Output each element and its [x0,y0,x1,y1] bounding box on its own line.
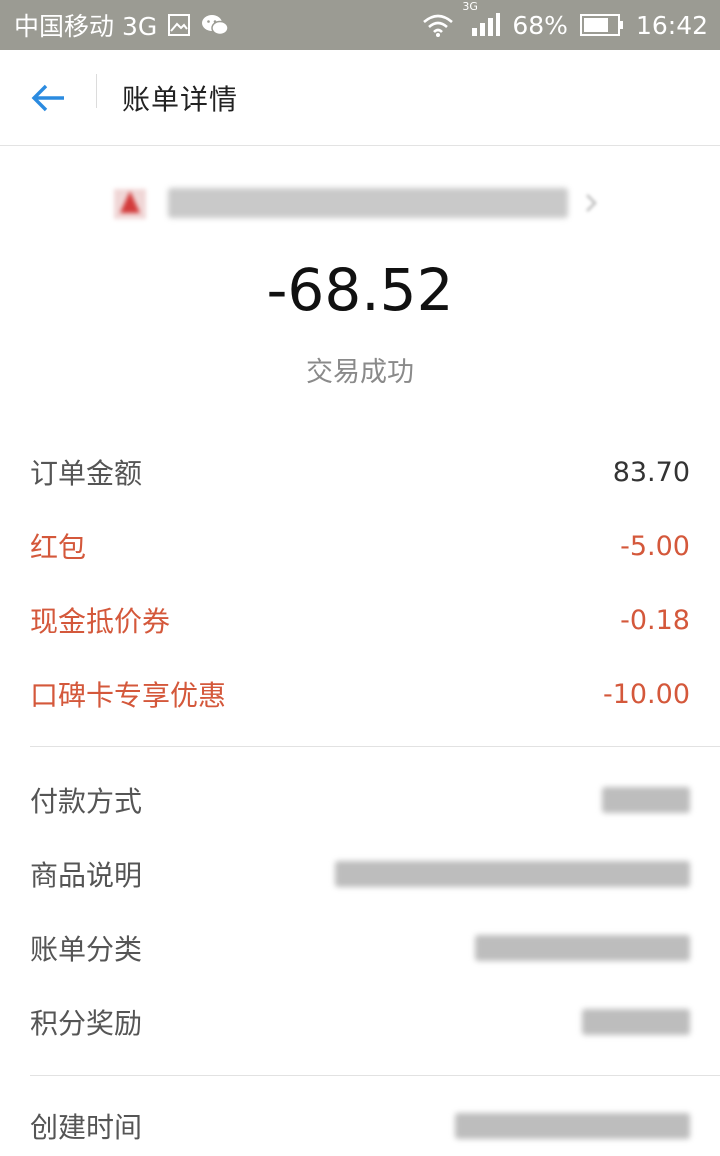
cash-voucher-row: 现金抵价券 -0.18 [30,590,690,650]
app-header: 账单详情 [0,50,720,146]
row-label: 积分奖励 [30,1007,143,1040]
koubei-card-discount-row: 口碑卡专享优惠 -10.00 [30,664,690,724]
row-label: 红包 [30,531,87,564]
row-value [475,935,690,961]
row-label: 付款方式 [30,785,143,818]
transaction-status: 交易成功 [306,357,414,388]
points-reward-row: 积分奖励 [30,992,690,1052]
merchant-link[interactable] [110,180,630,226]
row-label: 创建时间 [30,1111,143,1144]
header-divider [96,74,97,108]
image-icon [167,13,191,37]
signal-icon: 3G [462,0,501,38]
red-packet-row: 红包 -5.00 [30,516,690,576]
row-value: 83.70 [612,456,690,488]
back-arrow-icon [31,84,64,112]
section-divider [30,1075,720,1076]
bill-category-row[interactable]: 账单分类 [30,918,690,978]
clock: 16:42 [635,10,708,40]
battery-icon [579,14,624,36]
merchant-logo-icon [110,183,150,223]
merchant-name [168,188,568,218]
row-value: -10.00 [602,678,690,710]
created-time-row: 创建时间 [30,1096,690,1156]
wechat-icon [201,13,229,37]
page-title: 账单详情 [122,83,239,116]
signal-tag: 3G [462,0,478,13]
chevron-right-icon [584,191,598,215]
back-button[interactable] [30,80,70,116]
transaction-amount: -68.52 [266,256,454,324]
row-value: -5.00 [620,530,690,562]
row-label: 现金抵价券 [30,605,171,638]
status-bar-right: 3G 68% 16:42 [422,0,708,40]
status-bar: 中国移动 3G 3G 68% 16:42 [0,0,720,50]
carrier-label: 中国移动 3G [14,12,158,41]
wifi-icon [422,13,454,37]
section-divider [30,746,720,747]
row-value [455,1113,690,1139]
row-value [582,1009,690,1035]
product-description-row: 商品说明 [30,844,690,904]
status-bar-left: 中国移动 3G [14,7,229,43]
row-value [602,787,690,813]
row-label: 订单金额 [30,457,143,490]
row-label: 商品说明 [30,859,143,892]
row-label: 账单分类 [30,933,143,966]
battery-percent: 68% [512,10,568,40]
payment-method-row: 付款方式 [30,770,690,830]
row-label: 口碑卡专享优惠 [30,679,227,712]
order-amount-row: 订单金额 83.70 [30,442,690,502]
row-value [335,861,690,887]
row-value: -0.18 [620,604,690,636]
